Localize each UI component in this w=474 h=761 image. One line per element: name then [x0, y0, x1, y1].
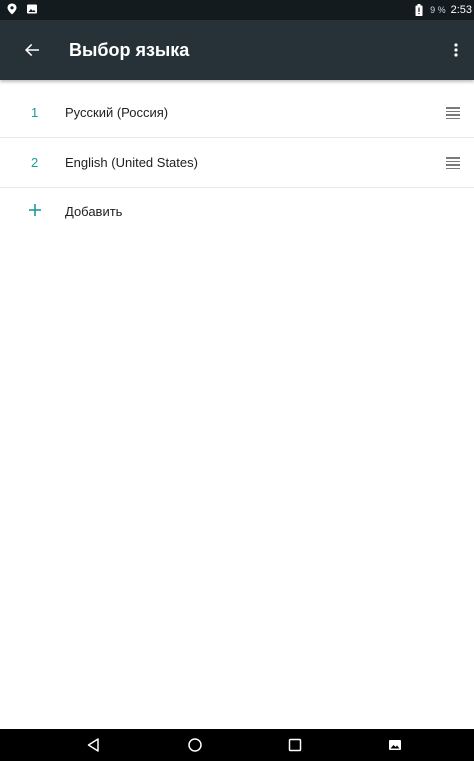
language-label: Русский (Россия) [65, 105, 169, 120]
language-item-russian[interactable]: 1 Русский (Россия) [0, 88, 474, 138]
overflow-menu-button[interactable] [448, 38, 464, 62]
status-bar: 9 % 2:53 [0, 0, 474, 20]
add-language-button[interactable]: Добавить [0, 188, 474, 240]
language-index: 1 [31, 105, 39, 120]
plus-icon [29, 204, 41, 216]
status-right-icons: 9 % 2:53 [413, 3, 472, 17]
status-time: 2:53 [450, 4, 472, 16]
nav-back-button[interactable] [86, 737, 102, 753]
page-title: Выбор языка [69, 40, 190, 60]
recents-square-icon [288, 738, 302, 752]
back-button[interactable] [20, 38, 44, 62]
nav-screenshot-button[interactable] [387, 737, 403, 753]
battery-icon [413, 4, 425, 16]
location-pin-icon [6, 3, 18, 15]
drag-handle-icon[interactable] [446, 107, 460, 119]
language-item-english[interactable]: 2 English (United States) [0, 138, 474, 188]
battery-percent: 9 % [430, 5, 446, 15]
nav-recents-button[interactable] [287, 737, 303, 753]
status-left-icons [6, 3, 38, 15]
navigation-bar [0, 729, 474, 761]
language-index: 2 [31, 155, 39, 170]
drag-handle-icon[interactable] [446, 157, 460, 169]
language-label: English (United States) [65, 155, 198, 170]
app-bar: Выбор языка [0, 20, 474, 80]
add-language-label: Добавить [65, 204, 123, 219]
more-vert-icon [454, 43, 458, 57]
image-notification-icon [26, 3, 38, 15]
back-triangle-icon [87, 738, 99, 752]
screenshot-icon [389, 740, 401, 750]
home-circle-icon [188, 738, 202, 752]
language-settings-screen: 9 % 2:53 Выбор языка 1 Русский (Россия) [0, 0, 474, 761]
arrow-back-icon [25, 43, 39, 57]
nav-home-button[interactable] [187, 737, 203, 753]
language-list: 1 Русский (Россия) 2 English (United Sta… [0, 88, 474, 240]
